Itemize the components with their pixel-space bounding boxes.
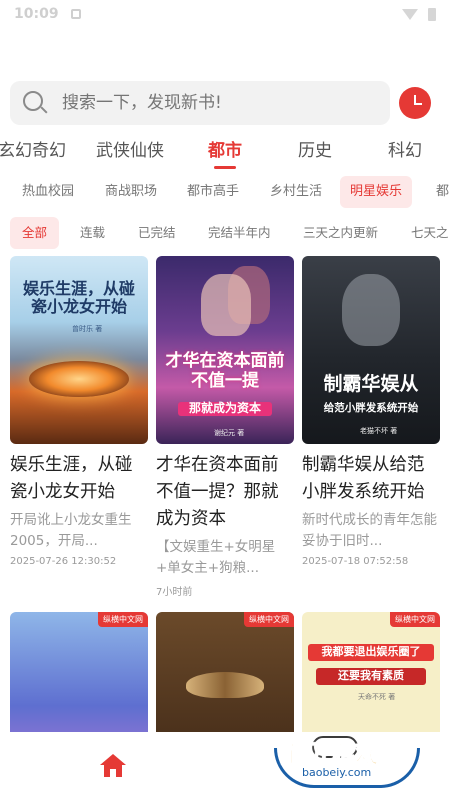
status-time: 10:09: [14, 6, 59, 22]
book-desc: 【文娱重生+女明星+单女主+狗粮...: [156, 539, 276, 576]
book-card[interactable]: 娱乐生涯，从碰瓷小龙女开始 曾时乐 著 娱乐生涯，从碰瓷小龙女开始 开局讹上小龙…: [10, 256, 148, 567]
book-cover[interactable]: 制霸华娱从 给范小胖发系统开始 老猫不坏 著: [302, 256, 440, 444]
filter-all[interactable]: 全部: [10, 217, 60, 249]
book-title[interactable]: 娱乐生涯，从碰瓷小龙女开始: [10, 452, 148, 506]
book-cover[interactable]: 娱乐生涯，从碰瓷小龙女开始 曾时乐 著: [10, 256, 148, 444]
subtab-more[interactable]: 都: [436, 176, 449, 208]
book-title[interactable]: 才华在资本面前不值一提？那就成为资本: [156, 452, 294, 533]
filter-7days[interactable]: 七天之: [411, 217, 449, 249]
wifi-icon: [402, 8, 418, 20]
status-bar: 10:09: [0, 0, 450, 28]
filter-lianzai[interactable]: 连载: [80, 217, 105, 249]
tab-wuxia[interactable]: 武侠仙侠: [96, 136, 164, 161]
tab-xuanhuan[interactable]: 玄幻奇幻: [0, 136, 66, 161]
notification-icon: [70, 9, 81, 19]
subtab-shangzhan[interactable]: 商战职场: [105, 176, 157, 208]
category-tabs: 玄幻奇幻 武侠仙侠 都市 历史 科幻: [0, 130, 450, 170]
status-icons: [402, 7, 436, 21]
book-cover[interactable]: 才华在资本面前不值一提 那就成为资本 谢纪元 著: [156, 256, 294, 444]
cover-art: [29, 361, 129, 397]
cover-subtitle: 还要我有素质: [316, 668, 426, 685]
subtab-mingxing[interactable]: 明星娱乐: [340, 176, 413, 208]
watermark-url: baobeiy.com: [302, 766, 372, 779]
subtab-rexue[interactable]: 热血校园: [22, 176, 74, 208]
cover-art: [201, 274, 251, 336]
cover-title: 才华在资本面前不值一提: [165, 351, 285, 391]
subtab-xiangcun[interactable]: 乡村生活: [270, 176, 322, 208]
cover-subtitle: 给范小胖发系统开始: [323, 402, 419, 414]
cover-title: 制霸华娱从: [323, 373, 419, 395]
cover-subtitle: 那就成为资本: [178, 401, 272, 416]
book-desc: 开局讹上小龙女重生2005，开局...: [10, 512, 132, 549]
tab-kehuan[interactable]: 科幻: [388, 136, 422, 161]
search-input[interactable]: [62, 93, 362, 113]
search-box[interactable]: [10, 81, 390, 125]
filter-3days[interactable]: 三天之内更新: [303, 217, 378, 249]
publisher-badge: 纵横中文网: [98, 612, 148, 627]
filter-tabs: 全部 连载 已完结 完结半年内 三天之内更新 七天之: [0, 216, 450, 250]
battery-icon: [428, 7, 436, 21]
cover-author: 曾时乐 著: [72, 325, 103, 333]
tab-lishi[interactable]: 历史: [298, 136, 332, 161]
tab-dushi[interactable]: 都市: [208, 136, 242, 161]
watermark-text: 宝贝游戏网: [280, 740, 405, 769]
book-update-time: 2025-07-26 12:30:52: [10, 556, 117, 568]
book-card[interactable]: 制霸华娱从 给范小胖发系统开始 老猫不坏 著 制霸华娱从给范小胖发系统开始 新时…: [302, 256, 440, 567]
cover-author: 老猫不坏 著: [360, 427, 398, 435]
search-icon: [22, 90, 48, 116]
history-clock-icon[interactable]: [399, 87, 431, 119]
search-row: [10, 81, 440, 125]
cover-title: 我都要退出娱乐圈了: [308, 644, 434, 661]
cover-art: [186, 672, 264, 698]
publisher-badge: 纵横中文网: [390, 612, 440, 627]
book-update-time: 2025-07-18 07:52:58: [302, 556, 409, 568]
filter-wanjie[interactable]: 已完结: [138, 217, 176, 249]
cover-author: 谢纪元 著: [214, 429, 245, 437]
publisher-badge: 纵横中文网: [244, 612, 294, 627]
sub-category-tabs: 热血校园 商战职场 都市高手 乡村生活 明星娱乐 都: [0, 176, 450, 210]
filter-halfyear[interactable]: 完结半年内: [208, 217, 271, 249]
book-update-time: 7小时前: [156, 587, 193, 599]
cover-title: 娱乐生涯，从碰瓷小龙女开始: [22, 279, 135, 317]
book-desc: 新时代成长的青年怎能妥协于旧时...: [302, 512, 437, 549]
book-title[interactable]: 制霸华娱从给范小胖发系统开始: [302, 452, 440, 506]
book-card[interactable]: 才华在资本面前不值一提 那就成为资本 谢纪元 著 才华在资本面前不值一提？那就成…: [156, 256, 294, 598]
watermark: 宝贝游戏网 baobeiy.com: [272, 728, 422, 790]
home-icon[interactable]: [100, 754, 126, 778]
subtab-dushigaoshou[interactable]: 都市高手: [187, 176, 239, 208]
cover-author: 天命不死 著: [358, 693, 396, 701]
cover-art: [342, 274, 400, 346]
active-tab-indicator: [214, 166, 236, 169]
